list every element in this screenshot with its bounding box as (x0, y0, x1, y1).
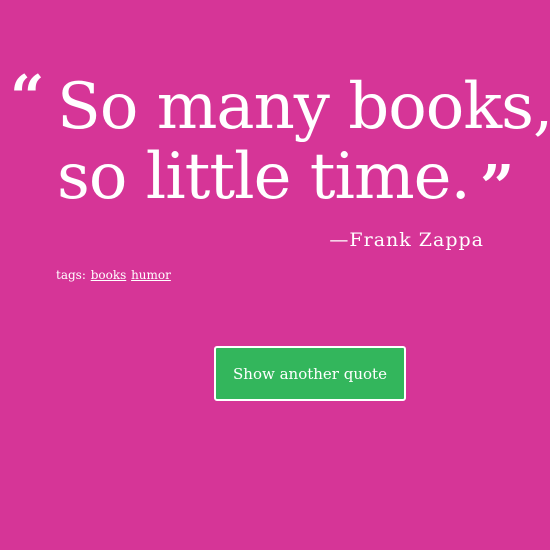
quote-text: So many books, so little time.” (57, 70, 550, 223)
quote-author: —Frank Zappa (329, 229, 484, 251)
tags-label: tags: (56, 268, 86, 282)
tag-link-books[interactable]: books (91, 268, 127, 282)
quote-card: “ So many books, so little time.” —Frank… (0, 0, 550, 550)
close-quote-mark: ” (479, 153, 515, 223)
quote-line: so little time.” (57, 140, 537, 223)
open-quote-mark: “ (10, 63, 45, 133)
tags-row: tags: books humor (56, 268, 171, 282)
quote-line: So many books, (57, 70, 550, 144)
show-another-quote-button[interactable]: Show another quote (214, 346, 406, 401)
quote-line-text: so little time. (57, 140, 471, 214)
tag-link-humor[interactable]: humor (131, 268, 171, 282)
